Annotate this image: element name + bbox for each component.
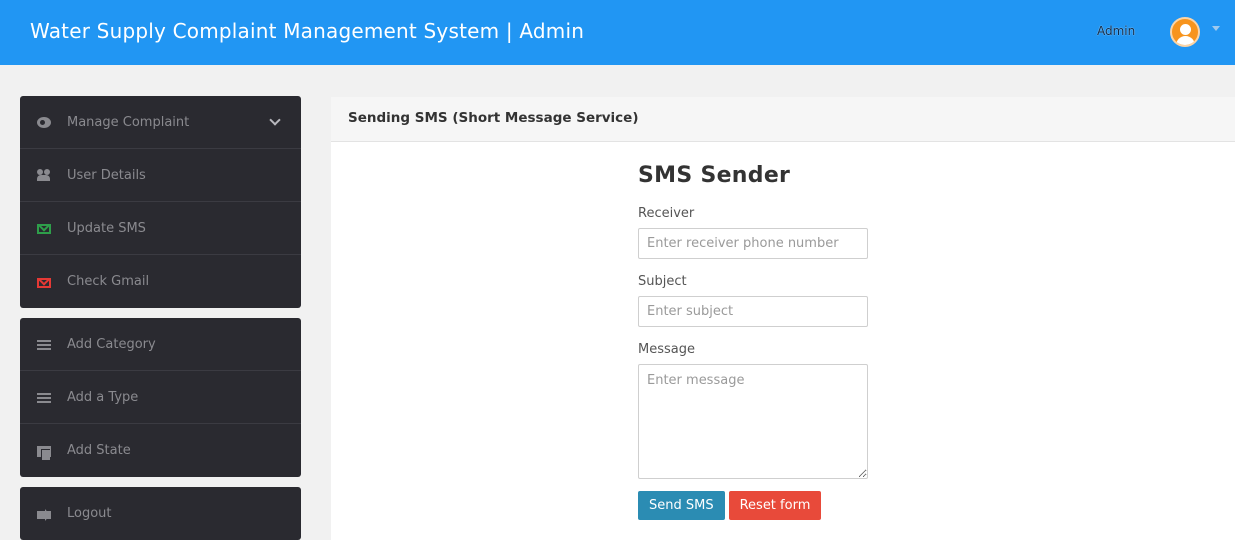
user-avatar-icon[interactable] [1170,17,1200,47]
sidebar-item-logout[interactable]: Logout [20,487,301,540]
sidebar-item-manage-complaint[interactable]: Manage Complaint [20,96,301,149]
sidebar-item-label: User Details [67,167,146,183]
subject-label: Subject [638,274,687,289]
message-label: Message [638,342,695,357]
avatar-head-shape [1180,24,1191,35]
sidebar-item-add-state[interactable]: Add State [20,424,301,477]
sign-out-icon [37,509,51,521]
panel-heading: Sending SMS (Short Message Service) [331,97,1235,142]
sidebar-item-label: Add a Type [67,389,139,405]
form-title: SMS Sender [638,163,791,188]
receiver-label: Receiver [638,206,695,221]
send-sms-button[interactable]: Send SMS [638,491,725,520]
main-panel: Sending SMS (Short Message Service) SMS … [331,97,1235,540]
top-bar: Water Supply Complaint Management System… [0,0,1235,65]
sidebar-item-label: Update SMS [67,220,146,236]
sidebar-group-settings: Add Category Add a Type Add State [20,318,301,477]
envelope-icon [37,224,51,234]
avatar-body-shape [1176,36,1195,45]
sidebar-item-update-sms[interactable]: Update SMS [20,202,301,255]
gear-icon [37,117,51,128]
sidebar-item-check-gmail[interactable]: Check Gmail [20,255,301,308]
sidebar-item-label: Check Gmail [67,274,150,289]
sidebar-item-user-details[interactable]: User Details [20,149,301,202]
reset-form-button[interactable]: Reset form [728,491,822,520]
sidebar-item-label: Manage Complaint [67,114,190,130]
sidebar-item-label: Add State [67,443,131,458]
sms-form: SMS Sender Receiver Subject Message Send… [638,163,873,520]
users-icon [37,168,51,182]
chevron-down-icon[interactable] [269,114,281,126]
receiver-input[interactable] [638,228,868,259]
sidebar-item-label: Add Category [67,336,156,352]
subject-input[interactable] [638,296,868,327]
message-textarea[interactable] [638,364,868,479]
copy-icon [37,445,51,460]
list-icon [37,340,51,350]
sidebar-item-label: Logout [67,506,112,521]
form-actions: Send SMS Reset form [638,491,873,520]
sidebar-item-add-type[interactable]: Add a Type [20,371,301,424]
sidebar-group-complaints: Manage Complaint User Details Update SMS… [20,96,301,308]
caret-down-icon[interactable] [1212,26,1220,31]
list-icon [37,393,51,403]
sidebar-group-account: Logout [20,487,301,540]
sidebar-item-add-category[interactable]: Add Category [20,318,301,371]
app-title: Water Supply Complaint Management System… [30,19,585,43]
user-name-label[interactable]: Admin [1097,24,1135,38]
envelope-icon [37,277,51,288]
